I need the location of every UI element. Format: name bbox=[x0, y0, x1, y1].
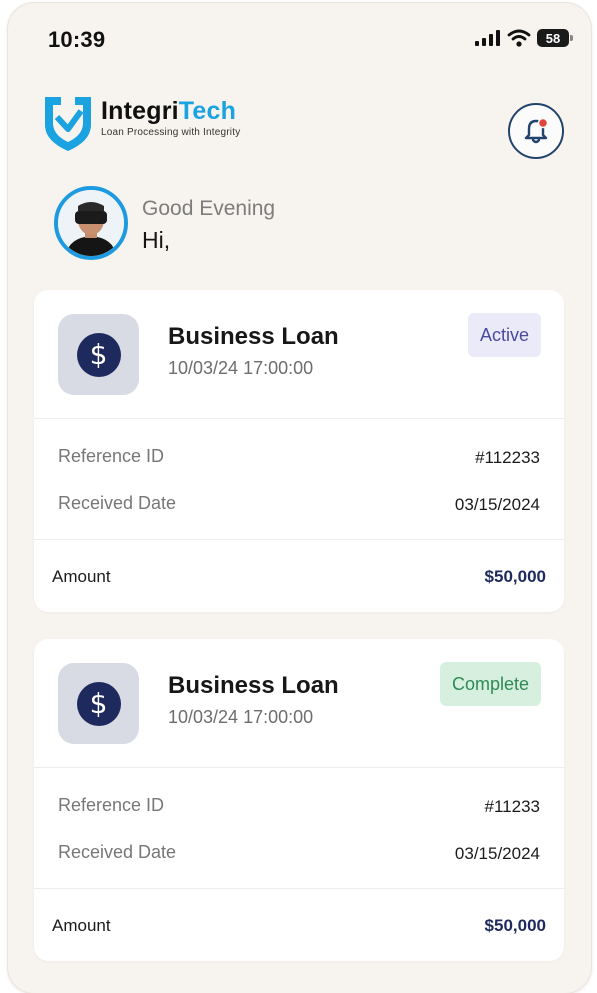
loan-amount-row: Amount $50,000 bbox=[34, 889, 564, 961]
status-badge: Complete bbox=[439, 662, 541, 706]
cellular-signal-icon bbox=[475, 30, 500, 46]
reference-id-value: #112233 bbox=[475, 448, 540, 467]
greeting-hi: Hi, bbox=[142, 227, 171, 253]
loan-icon-box: $ bbox=[58, 314, 139, 395]
battery-level: 58 bbox=[545, 30, 561, 46]
amount-label: Amount bbox=[52, 916, 111, 935]
received-date-value: 03/15/2024 bbox=[454, 495, 540, 514]
brand-name-part1: Integri bbox=[101, 97, 179, 125]
brand-tagline: Loan Processing with Integrity bbox=[101, 127, 241, 138]
loan-card[interactable]: $ Business Loan 10/03/24 17:00:00 Comple… bbox=[34, 639, 564, 961]
brand-logo: IntegriTech Loan Processing with Integri… bbox=[41, 95, 240, 153]
received-date-label: Received Date bbox=[58, 493, 177, 513]
reference-id-label: Reference ID bbox=[58, 446, 165, 466]
loan-title: Business Loan bbox=[168, 323, 339, 350]
loan-card-header: $ Business Loan 10/03/24 17:00:00 Comple… bbox=[34, 639, 564, 768]
loan-datetime: 10/03/24 17:00:00 bbox=[168, 707, 314, 727]
wifi-icon bbox=[507, 29, 531, 47]
battery-icon: 58 bbox=[537, 29, 573, 47]
brand-name-part2: Tech bbox=[178, 97, 237, 125]
phone-screen: 10:39 58 IntegriTech Loan Processing wit… bbox=[8, 3, 591, 993]
amount-value: $50,000 bbox=[484, 916, 546, 935]
loan-datetime: 10/03/24 17:00:00 bbox=[168, 358, 314, 378]
loan-title: Business Loan bbox=[168, 672, 339, 699]
loan-details: Reference ID #11233 Received Date 03/15/… bbox=[34, 768, 564, 889]
reference-id-value: #11233 bbox=[484, 797, 540, 816]
loan-icon-box: $ bbox=[58, 663, 139, 744]
loan-details: Reference ID #112233 Received Date 03/15… bbox=[34, 419, 564, 540]
status-badge: Active bbox=[467, 313, 541, 357]
brand-text: IntegriTech Loan Processing with Integri… bbox=[101, 99, 241, 139]
dollar-coin-icon: $ bbox=[76, 681, 121, 726]
loan-card[interactable]: $ Business Loan 10/03/24 17:00:00 Active… bbox=[34, 290, 564, 612]
greeting-salutation: Good Evening bbox=[142, 197, 276, 220]
greeting: Good Evening Hi, bbox=[142, 197, 275, 254]
shield-check-logo-icon bbox=[45, 97, 91, 151]
notification-dot bbox=[537, 117, 549, 129]
user-avatar[interactable] bbox=[54, 186, 128, 260]
loan-amount-row: Amount $50,000 bbox=[34, 540, 564, 612]
avatar-image bbox=[58, 190, 124, 256]
status-icons: 58 bbox=[475, 29, 573, 47]
amount-value: $50,000 bbox=[484, 567, 546, 586]
received-date-value: 03/15/2024 bbox=[454, 844, 540, 863]
reference-id-label: Reference ID bbox=[58, 795, 165, 815]
brand-name: IntegriTech bbox=[101, 99, 240, 124]
status-time: 10:39 bbox=[48, 27, 106, 52]
dollar-coin-icon: $ bbox=[76, 332, 121, 377]
amount-label: Amount bbox=[52, 567, 111, 586]
loan-card-header: $ Business Loan 10/03/24 17:00:00 Active bbox=[34, 290, 564, 419]
received-date-label: Received Date bbox=[58, 842, 177, 862]
bell-icon bbox=[524, 117, 549, 144]
notifications-button[interactable] bbox=[508, 103, 564, 159]
